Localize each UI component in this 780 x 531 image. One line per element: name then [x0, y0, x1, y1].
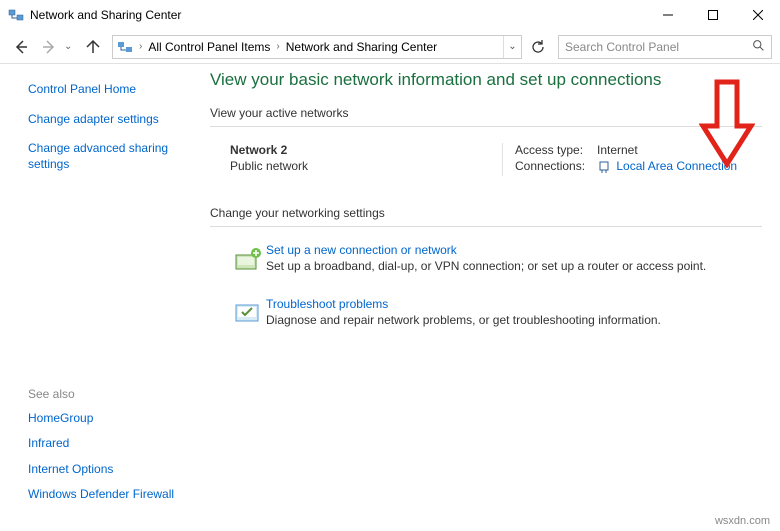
sidebar-sharing-link[interactable]: Change advanced sharing settings: [28, 141, 200, 172]
see-also-block: See also HomeGroup Infrared Internet Opt…: [28, 387, 200, 521]
window-controls: [645, 0, 780, 30]
sidebar-adapter-link[interactable]: Change adapter settings: [28, 112, 200, 128]
task-troubleshoot-link[interactable]: Troubleshoot problems: [266, 297, 762, 311]
main-content: View your basic network information and …: [210, 64, 780, 531]
task-setup-connection: Set up a new connection or network Set u…: [210, 243, 762, 279]
titlebar: Network and Sharing Center: [0, 0, 780, 30]
search-box[interactable]: [558, 35, 772, 59]
ethernet-icon: [597, 160, 611, 174]
breadcrumb-dropdown[interactable]: ⌄: [503, 36, 521, 58]
network-sharing-icon: [8, 7, 24, 23]
network-details: Access type: Internet Connections: Local…: [502, 143, 762, 176]
breadcrumb-item[interactable]: All Control Panel Items: [146, 40, 272, 54]
access-type-value: Internet: [597, 143, 638, 157]
network-summary: Network 2 Public network: [230, 143, 502, 176]
watermark: wsxdn.com: [715, 515, 770, 527]
breadcrumb-item[interactable]: Network and Sharing Center: [284, 40, 439, 54]
search-input[interactable]: [565, 40, 752, 54]
task-setup-link[interactable]: Set up a new connection or network: [266, 243, 762, 257]
minimize-button[interactable]: [645, 0, 690, 30]
body: Control Panel Home Change adapter settin…: [0, 64, 780, 531]
breadcrumb[interactable]: › All Control Panel Items › Network and …: [112, 35, 522, 59]
connections-label: Connections:: [515, 159, 597, 174]
network-sharing-icon: [117, 39, 133, 55]
back-button[interactable]: [8, 34, 34, 60]
sidebar-seealso-infrared[interactable]: Infrared: [28, 436, 200, 452]
window-title: Network and Sharing Center: [30, 8, 645, 22]
maximize-button[interactable]: [690, 0, 735, 30]
task-setup-desc: Set up a broadband, dial-up, or VPN conn…: [266, 259, 762, 273]
page-title: View your basic network information and …: [210, 70, 762, 90]
divider: [210, 126, 762, 127]
toolbar: ⌄ › All Control Panel Items › Network an…: [0, 30, 780, 64]
see-also-title: See also: [28, 387, 200, 401]
sidebar-seealso-homegroup[interactable]: HomeGroup: [28, 411, 200, 427]
sidebar: Control Panel Home Change adapter settin…: [0, 64, 210, 531]
refresh-button[interactable]: [526, 34, 550, 60]
forward-button[interactable]: [36, 34, 62, 60]
sidebar-seealso-internet-options[interactable]: Internet Options: [28, 462, 200, 478]
up-button[interactable]: [80, 34, 106, 60]
access-type-label: Access type:: [515, 143, 597, 157]
active-networks-header: View your active networks: [210, 106, 762, 120]
network-name: Network 2: [230, 143, 502, 157]
search-icon[interactable]: [752, 39, 765, 55]
setup-connection-icon: [230, 243, 266, 279]
change-settings-header: Change your networking settings: [210, 206, 762, 220]
task-troubleshoot: Troubleshoot problems Diagnose and repai…: [210, 297, 762, 333]
chevron-right-icon[interactable]: ›: [135, 41, 146, 52]
active-network-row: Network 2 Public network Access type: In…: [210, 143, 762, 176]
network-type: Public network: [230, 159, 502, 173]
troubleshoot-icon: [230, 297, 266, 333]
divider: [210, 226, 762, 227]
close-button[interactable]: [735, 0, 780, 30]
recent-locations-button[interactable]: ⌄: [64, 41, 78, 52]
chevron-right-icon[interactable]: ›: [272, 41, 283, 52]
task-troubleshoot-desc: Diagnose and repair network problems, or…: [266, 313, 762, 327]
sidebar-seealso-firewall[interactable]: Windows Defender Firewall: [28, 487, 200, 503]
connection-link[interactable]: Local Area Connection: [616, 159, 737, 173]
sidebar-home-link[interactable]: Control Panel Home: [28, 82, 200, 98]
